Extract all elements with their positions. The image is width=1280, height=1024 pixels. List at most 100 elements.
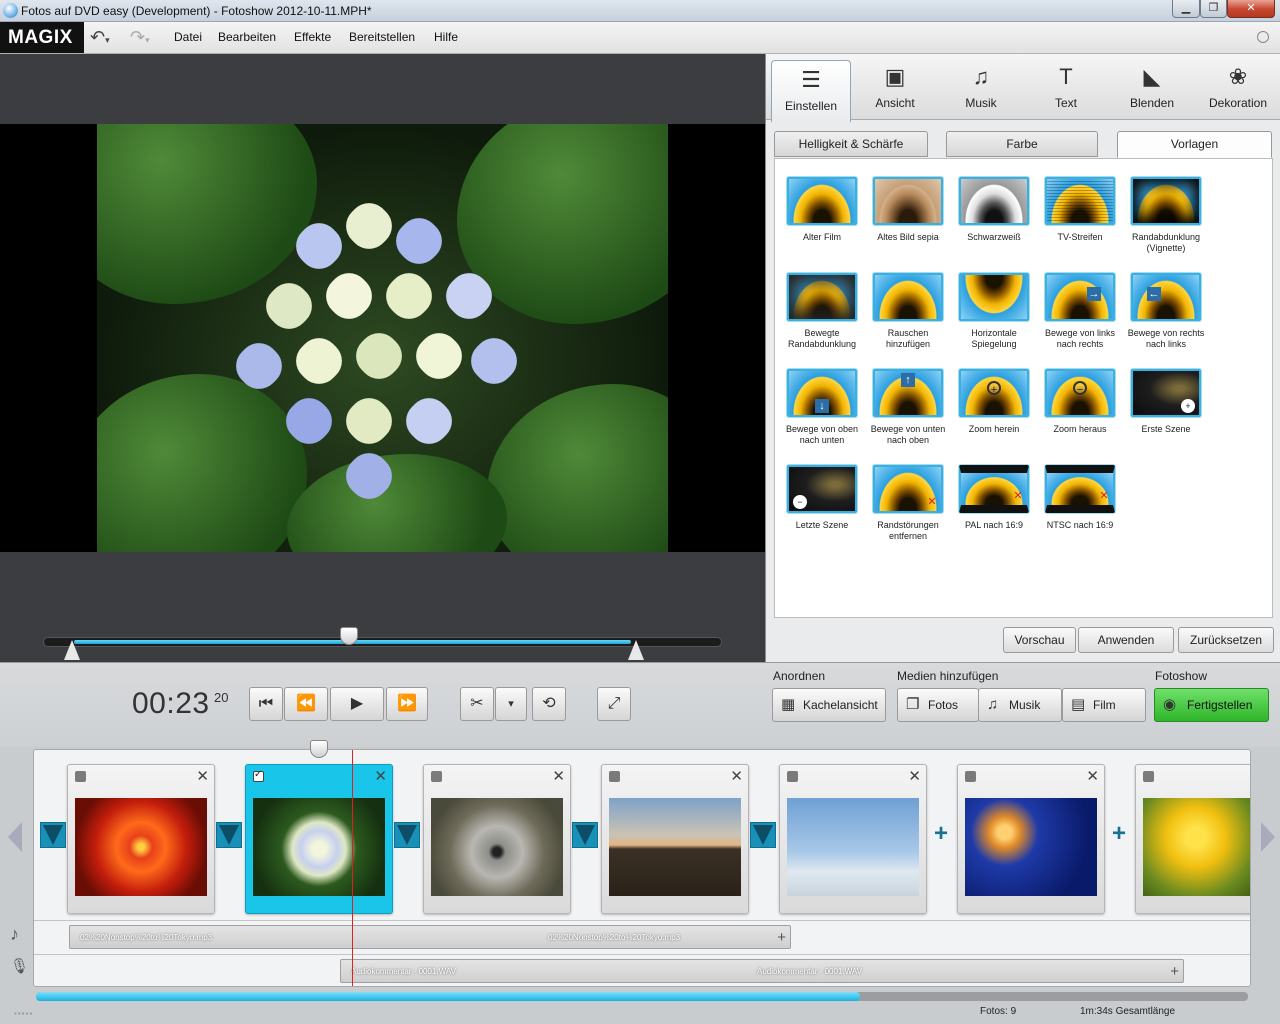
- template-zoom-heraus[interactable]: − Zoom heraus: [1037, 369, 1123, 435]
- clip-checkbox[interactable]: [253, 769, 264, 782]
- add-transition-icon[interactable]: +: [1106, 822, 1132, 848]
- close-icon[interactable]: ✕: [374, 767, 387, 785]
- music-track-bar[interactable]: 02%20Nonstop%20to%20Tokyo.mp3 02%20Nonst…: [69, 925, 791, 949]
- add-transition-icon[interactable]: +: [928, 822, 954, 848]
- close-icon[interactable]: ✕: [552, 767, 565, 785]
- preview-scrubber[interactable]: [43, 637, 722, 647]
- add-point-icon[interactable]: +: [1170, 963, 1179, 980]
- rewind-icon[interactable]: ⏪: [284, 687, 328, 721]
- clip-checkbox[interactable]: [1143, 771, 1154, 782]
- clip-red-flower[interactable]: ✕: [67, 764, 215, 914]
- template-altes-bild-sepia[interactable]: Altes Bild sepia: [865, 177, 951, 243]
- scroll-left-icon[interactable]: [8, 822, 22, 852]
- template-alter-film[interactable]: Alter Film: [779, 177, 865, 243]
- fast-forward-icon[interactable]: ⏩: [386, 687, 428, 721]
- template-links-nach-rechts[interactable]: → Bewege von links nach rechts: [1037, 273, 1123, 350]
- add-music-button[interactable]: ♫ Musik: [978, 688, 1062, 722]
- transition-icon[interactable]: [40, 822, 66, 848]
- finish-button[interactable]: ◉ Fertigstellen: [1154, 688, 1269, 722]
- clip-checkbox[interactable]: [965, 771, 976, 782]
- audio-comment-bar[interactable]: Audiokommentar - 0001.WAV Audiokommentar…: [340, 959, 1184, 983]
- apply-button[interactable]: Anwenden: [1078, 627, 1174, 653]
- transition-icon[interactable]: [394, 822, 420, 848]
- add-photos-button[interactable]: ❐ Fotos: [897, 688, 979, 722]
- close-icon[interactable]: ✕: [196, 767, 209, 785]
- tab-musik[interactable]: ♫ Musik: [941, 58, 1021, 118]
- preview-button[interactable]: Vorschau: [1003, 627, 1076, 653]
- template-pal-169[interactable]: ✕ PAL nach 16:9: [951, 465, 1037, 531]
- clip-checkbox[interactable]: [787, 771, 798, 782]
- resize-grip-icon[interactable]: ▪▪▪▪▪: [14, 1009, 33, 1018]
- reset-button[interactable]: Zurücksetzen: [1178, 627, 1274, 653]
- menu-hilfe[interactable]: Hilfe: [434, 30, 458, 44]
- dropdown-icon[interactable]: ▾: [495, 687, 527, 721]
- close-icon[interactable]: ✕: [730, 767, 743, 785]
- add-film-button[interactable]: ▤ Film: [1062, 688, 1146, 722]
- status-circle-icon[interactable]: [1257, 31, 1269, 43]
- tab-ansicht[interactable]: ▣ Ansicht: [855, 58, 935, 118]
- template-letzte-szene[interactable]: − Letzte Szene: [779, 465, 865, 531]
- clip-koala[interactable]: ✕: [423, 764, 571, 914]
- template-randabdunklung[interactable]: Randabdunklung (Vignette): [1123, 177, 1209, 254]
- transition-icon[interactable]: [750, 822, 776, 848]
- redo-icon[interactable]: ↷▾: [130, 26, 166, 50]
- clip-checkbox[interactable]: [609, 771, 620, 782]
- close-button[interactable]: ✕: [1227, 0, 1275, 18]
- subtab-vorlagen[interactable]: Vorlagen: [1117, 131, 1272, 158]
- template-oben-nach-unten[interactable]: ↓ Bewege von oben nach unten: [779, 369, 865, 446]
- template-erste-szene[interactable]: + Erste Szene: [1123, 369, 1209, 435]
- clip-checkbox[interactable]: [75, 771, 86, 782]
- fullscreen-icon[interactable]: ⤢: [597, 687, 631, 721]
- transition-icon[interactable]: [572, 822, 598, 848]
- close-icon[interactable]: ✕: [908, 767, 921, 785]
- timeline-progress-fill: [36, 992, 860, 1001]
- subtab-helligkeit[interactable]: Helligkeit & Schärfe: [774, 131, 928, 157]
- scroll-right-icon[interactable]: [1261, 822, 1275, 852]
- clip-checkbox[interactable]: [431, 771, 442, 782]
- template-schwarzweiss[interactable]: Schwarzweiß: [951, 177, 1037, 243]
- app-icon: [3, 3, 18, 18]
- scissors-icon[interactable]: ✂: [460, 687, 494, 721]
- template-zoom-herein[interactable]: + Zoom herein: [951, 369, 1037, 435]
- tab-dekoration[interactable]: ❀ Dekoration: [1198, 58, 1278, 118]
- template-tv-streifen[interactable]: TV-Streifen: [1037, 177, 1123, 243]
- template-rechts-nach-links[interactable]: ← Bewege von rechts nach links: [1123, 273, 1209, 350]
- template-horizontale-spiegelung[interactable]: Horizontale Spiegelung: [951, 273, 1037, 350]
- tab-einstellen[interactable]: ☰ Einstellen: [771, 60, 851, 122]
- range-start-marker[interactable]: [64, 640, 80, 660]
- template-ntsc-169[interactable]: ✕ NTSC nach 16:9: [1037, 465, 1123, 531]
- timeline-progress[interactable]: [36, 992, 1248, 1001]
- add-point-icon[interactable]: +: [777, 929, 786, 946]
- minimize-button[interactable]: ▁: [1172, 0, 1200, 18]
- template-bewegte-randabdunklung[interactable]: Bewegte Randabdunklung: [779, 273, 865, 350]
- transition-icon[interactable]: [216, 822, 242, 848]
- menu-effekte[interactable]: Effekte: [294, 30, 331, 44]
- clip-tulips[interactable]: [1135, 764, 1250, 914]
- subtab-farbe[interactable]: Farbe: [946, 131, 1098, 157]
- template-randstoerungen[interactable]: ✕ Randstörungen entfernen: [865, 465, 951, 542]
- clip-jellyfish[interactable]: ✕: [957, 764, 1105, 914]
- close-icon[interactable]: ✕: [1086, 767, 1099, 785]
- scrubber-handle[interactable]: [340, 627, 358, 645]
- clip-lighthouse[interactable]: ✕: [601, 764, 749, 914]
- clip-thumbnail: [75, 798, 207, 896]
- maximize-button[interactable]: ❐: [1200, 0, 1227, 18]
- range-end-marker[interactable]: [628, 640, 644, 660]
- add-media-group-label: Medien hinzufügen: [897, 669, 999, 683]
- clip-penguins[interactable]: ✕: [779, 764, 927, 914]
- tab-text[interactable]: T Text: [1026, 58, 1106, 118]
- tile-view-button[interactable]: ▦ Kachelansicht: [772, 688, 886, 722]
- template-unten-nach-oben[interactable]: ↑ Bewege von unten nach oben: [865, 369, 951, 446]
- template-rauschen[interactable]: Rauschen hinzufügen: [865, 273, 951, 350]
- skip-to-start-icon[interactable]: ⏮: [249, 687, 283, 721]
- play-icon[interactable]: ▶: [330, 687, 384, 721]
- menu-datei[interactable]: Datei: [174, 30, 202, 44]
- undo-icon[interactable]: ↶▾: [90, 26, 126, 50]
- playhead-handle[interactable]: [310, 740, 328, 758]
- clip-hydrangea[interactable]: ✕: [245, 764, 393, 914]
- photo-rotate-icon[interactable]: ⟲: [532, 687, 566, 721]
- menu-bearbeiten[interactable]: Bearbeiten: [218, 30, 276, 44]
- tab-blenden[interactable]: ◣ Blenden: [1112, 58, 1192, 118]
- show-group-label: Fotoshow: [1155, 669, 1208, 683]
- menu-bereitstellen[interactable]: Bereitstellen: [349, 30, 415, 44]
